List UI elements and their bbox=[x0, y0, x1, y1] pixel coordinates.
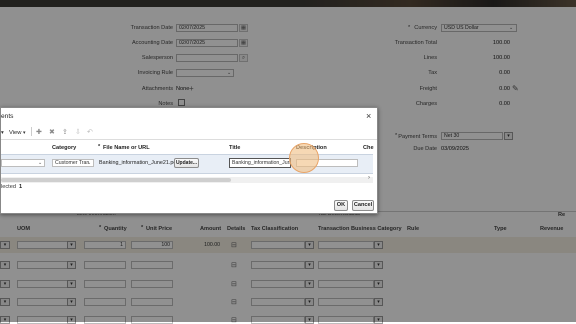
file-required-mark: * bbox=[98, 144, 101, 150]
file-name-link[interactable]: Banking_information_June21.pdf bbox=[99, 160, 178, 166]
col-file-name: File Name or URL bbox=[103, 145, 150, 151]
toolbar-separator bbox=[31, 127, 32, 136]
delete-icon[interactable]: ✖ bbox=[49, 128, 55, 136]
attachments-dialog: ents × ▾ View ▾ ✚ ✖ ⇪ ⇩ ↶ Category * Fil… bbox=[0, 107, 378, 214]
chevron-down-icon: ⌄ bbox=[87, 160, 92, 166]
chevron-down-icon: ⌄ bbox=[38, 160, 43, 166]
rows-selected-label: lected bbox=[1, 184, 16, 190]
close-icon[interactable]: × bbox=[366, 111, 371, 121]
ok-button[interactable]: OK bbox=[334, 200, 348, 211]
undo-icon: ↶ bbox=[87, 129, 93, 136]
title-input[interactable]: Banking_information_June bbox=[229, 158, 291, 168]
download-icon: ⇩ bbox=[75, 129, 81, 136]
dialog-title: ents bbox=[1, 113, 14, 120]
col-title: Title bbox=[229, 145, 241, 151]
rows-selected-count: 1 bbox=[19, 184, 23, 190]
col-category: Category bbox=[52, 145, 77, 151]
add-icon[interactable]: ✚ bbox=[36, 128, 42, 136]
view-menu[interactable]: View bbox=[9, 130, 21, 136]
view-menu-chevron-icon: ▾ bbox=[23, 130, 26, 136]
cancel-button[interactable]: Cancel bbox=[352, 200, 374, 211]
toolbar-menu-chevron-icon[interactable]: ▾ bbox=[1, 130, 4, 136]
click-highlight bbox=[289, 143, 319, 173]
update-button[interactable]: Update... bbox=[174, 158, 199, 168]
upload-icon[interactable]: ⇪ bbox=[62, 128, 68, 136]
col-checked: Che bbox=[363, 145, 374, 151]
scrollbar-thumb[interactable] bbox=[1, 178, 231, 182]
header-divider bbox=[1, 139, 377, 140]
scroll-right-icon[interactable]: › bbox=[368, 175, 370, 181]
